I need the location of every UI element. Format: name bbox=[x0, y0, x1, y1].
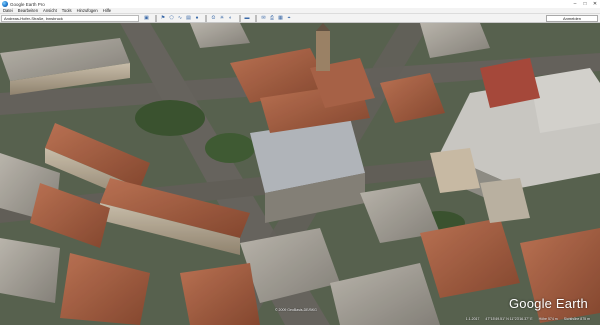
path-icon[interactable]: ∿ bbox=[177, 15, 184, 22]
sidebar-toggle-icon[interactable]: ▣ bbox=[143, 15, 150, 22]
title-bar: Google Earth Pro – □ ✕ bbox=[0, 0, 600, 8]
menu-help[interactable]: Hilfe bbox=[103, 8, 111, 13]
elevation-readout: Höhe 574 m bbox=[538, 317, 558, 321]
ruler-icon[interactable]: ▬ bbox=[244, 15, 251, 22]
google-earth-app-icon bbox=[2, 1, 8, 7]
record-tour-icon[interactable]: ● bbox=[194, 15, 201, 22]
toolbar-divider bbox=[238, 14, 241, 22]
menu-add[interactable]: Hinzufügen bbox=[77, 8, 98, 13]
search-input[interactable]: Andreas-Hofer-Straße, Innsbruck bbox=[1, 14, 139, 22]
google-earth-watermark: Google Earth bbox=[508, 296, 588, 311]
menu-edit[interactable]: Bearbeiten bbox=[18, 8, 38, 13]
imagery-date: 1.1.2017 bbox=[465, 317, 480, 321]
imagery-copyright: © 2009 GeoBasis-DE/BKG bbox=[275, 308, 317, 312]
image-overlay-icon[interactable]: ▤ bbox=[185, 15, 192, 22]
menu-tools[interactable]: Tools bbox=[62, 8, 72, 13]
google-maps-icon[interactable]: ⌖ bbox=[286, 15, 293, 22]
toolbar: Andreas-Hofer-Straße, Innsbruck ▣ ⚑ ⬠ ∿ … bbox=[0, 14, 600, 23]
minimize-button[interactable]: – bbox=[570, 0, 580, 8]
toolbar-divider bbox=[205, 14, 207, 22]
planets-icon[interactable]: ◐ bbox=[227, 15, 234, 22]
coordinates-readout: 47°15'49.51" N 11°23'16.37" E bbox=[485, 317, 533, 321]
menu-file[interactable]: Datei bbox=[3, 8, 13, 13]
historical-imagery-icon[interactable]: ⏲ bbox=[210, 15, 217, 22]
save-image-icon[interactable]: ▦ bbox=[277, 15, 284, 22]
map-view[interactable]: © 2009 GeoBasis-DE/BKG Google Earth 1.1.… bbox=[0, 23, 600, 325]
maximize-button[interactable]: □ bbox=[580, 0, 590, 8]
polygon-icon[interactable]: ⬠ bbox=[168, 15, 175, 22]
status-bar: 1.1.2017 47°15'49.51" N 11°23'16.37" E H… bbox=[460, 317, 590, 321]
signin-button[interactable]: Anmelden bbox=[546, 14, 598, 22]
window-title: Google Earth Pro bbox=[10, 1, 45, 7]
menu-view[interactable]: Ansicht bbox=[43, 8, 57, 13]
toolbar-divider bbox=[154, 14, 157, 22]
placemark-icon[interactable]: ⚑ bbox=[160, 15, 167, 22]
email-icon[interactable]: ✉ bbox=[260, 15, 267, 22]
close-button[interactable]: ✕ bbox=[590, 0, 600, 8]
print-icon[interactable]: ⎙ bbox=[269, 15, 276, 22]
eye-altitude-readout: Sichthöhe 875 m bbox=[563, 317, 590, 321]
toolbar-divider bbox=[255, 14, 257, 22]
aerial-imagery bbox=[0, 23, 600, 325]
sunlight-icon[interactable]: ☀ bbox=[219, 15, 226, 22]
